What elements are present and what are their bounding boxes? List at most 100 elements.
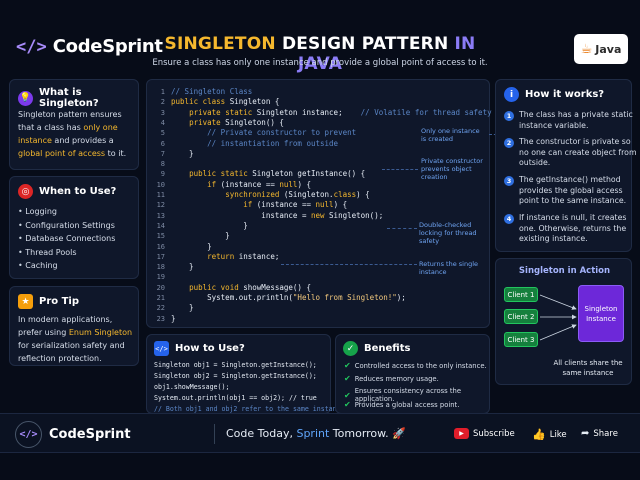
line-number: 10: [156, 180, 165, 189]
arrow-client-3: [539, 324, 577, 341]
code-text: if (instance == null) {: [243, 200, 348, 210]
use-code-line: System.out.println(obj1 == obj2); // tru…: [154, 394, 317, 402]
line-number: 19: [156, 273, 165, 282]
line-number: 21: [156, 294, 165, 302]
code-text: public static Singleton getInstance() {: [189, 169, 366, 179]
line-number: 17: [156, 252, 165, 261]
footer-divider: [214, 424, 215, 444]
annotation-connector: [382, 169, 418, 170]
share-icon: ➦: [581, 428, 590, 439]
code-text: // Private constructor to prevent: [207, 128, 357, 138]
line-number: 11: [156, 191, 165, 199]
thumbs-up-icon: 👍: [532, 428, 546, 441]
when-list: Logging Configuration Settings Database …: [18, 205, 115, 273]
what-description: Singleton pattern ensures that a class h…: [18, 110, 127, 158]
line-number: 1: [160, 88, 165, 96]
step-1: 1 The class has a private static instanc…: [504, 110, 637, 131]
action-caption: All clients share the same instance: [553, 359, 623, 377]
benefit-item: ✔ Controlled access to the only instance.: [344, 361, 487, 370]
java-cup-icon: ☕: [580, 41, 593, 57]
code-icon: </>: [154, 341, 169, 356]
list-item: Database Connections: [18, 232, 115, 246]
line-number: 3: [160, 108, 165, 117]
client-1: Client 1: [504, 287, 538, 302]
annotation-one-instance: Only one instance is created: [421, 127, 480, 143]
share-button[interactable]: ➦ Share: [581, 428, 618, 439]
benefits-card: ✓ Benefits ✔ Controlled access to the onl…: [335, 334, 490, 414]
code-text: }: [171, 241, 212, 251]
rocket-icon: 🚀: [392, 427, 406, 440]
lightbulb-icon: 💡: [18, 90, 33, 106]
when-to-use-card: ◎ When to Use? Logging Configuration Set…: [9, 176, 139, 279]
subscribe-button[interactable]: ▶ Subscribe: [454, 428, 515, 439]
use-title: How to Use?: [175, 343, 245, 354]
check-icon: ✔: [344, 390, 351, 400]
code-brackets-icon: </>: [16, 36, 47, 57]
line-number: 15: [156, 232, 165, 241]
brand-name: CodeSprint: [52, 36, 163, 57]
line-number: 22: [156, 304, 165, 313]
code-text: if (instance == null) {: [207, 179, 311, 189]
code-text: }: [171, 148, 194, 158]
line-number: 7: [160, 149, 165, 158]
tip-title: Pro Tip: [39, 296, 80, 307]
client-3: Client 3: [504, 332, 538, 347]
line-number: 2: [160, 98, 165, 107]
line-number: 5: [160, 129, 165, 138]
info-icon: i: [504, 87, 519, 102]
line-number: 8: [160, 160, 165, 169]
java-badge: ☕ Java: [574, 34, 628, 64]
benefit-item: ✔ Provides a global access point.: [344, 400, 460, 409]
star-icon: ★: [18, 294, 33, 309]
step-3: 3 The getInstance() method provides the …: [504, 175, 637, 207]
youtube-icon: ▶: [454, 428, 469, 439]
when-title: When to Use?: [39, 186, 117, 197]
footer-brand: CodeSprint: [49, 427, 131, 442]
code-text: private static Singleton instance; // Vo…: [189, 107, 492, 117]
annotation-returns-instance: Returns the single instance: [419, 260, 478, 276]
list-item: Configuration Settings: [18, 219, 115, 233]
singleton-instance-box: Singleton Instance: [578, 285, 624, 342]
title-part-design-pattern: DESIGN PATTERN: [281, 34, 449, 54]
code-text: // Singleton Class: [171, 87, 253, 96]
code-text: }: [171, 262, 194, 272]
pro-tip-card: ★ Pro Tip In modern applications, prefer…: [9, 286, 139, 366]
annotation-connector: [387, 228, 417, 229]
java-badge-label: Java: [595, 42, 622, 56]
benefits-title: Benefits: [364, 343, 411, 354]
like-button[interactable]: 👍 Like: [532, 428, 567, 441]
code-text: public class Singleton {: [171, 97, 280, 107]
code-panel: 1 // Singleton Class 2 public class Singlet…: [146, 79, 555, 328]
line-number: 20: [156, 283, 165, 292]
line-number: 6: [160, 139, 165, 148]
singleton-in-action-card: Singleton in Action Client 1 Client 2 Cl…: [495, 258, 632, 385]
code-text: return instance;: [207, 251, 280, 261]
step-4: 4 If instance is null, it creates one. O…: [504, 213, 637, 245]
code-text: }: [171, 231, 230, 241]
page-title: SINGLETON DESIGN PATTERN IN JAVA: [150, 34, 490, 74]
title-part-singleton: SINGLETON: [164, 34, 276, 54]
brand-logo: </> CodeSprint: [16, 36, 163, 57]
code-text: }: [171, 220, 248, 230]
line-number: 14: [156, 221, 165, 230]
list-item: Logging: [18, 205, 115, 219]
line-number: 23: [156, 314, 165, 323]
code-text: // instantiation from outside: [207, 138, 339, 148]
target-icon: ◎: [18, 184, 33, 199]
code-text: instance = new Singleton();: [171, 210, 384, 220]
check-icon: ✔: [344, 374, 351, 383]
line-number: 18: [156, 263, 165, 272]
page-subtitle: Ensure a class has only one instance and…: [152, 58, 488, 68]
benefit-item: ✔ Reduces memory usage.: [344, 374, 439, 383]
code-text: System.out.println("Hello from Singleton…: [171, 293, 406, 302]
list-item: Thread Pools: [18, 246, 115, 260]
line-number: 4: [160, 118, 165, 127]
code-text: }: [171, 313, 176, 323]
code-text: public void showMessage() {: [189, 282, 311, 292]
use-code-line: Singleton obj1 = Singleton.getInstance()…: [154, 361, 317, 369]
annotation-double-checked: Double-checked locking for thread safety: [419, 221, 477, 245]
line-number: 12: [156, 201, 165, 210]
list-item: Caching: [18, 259, 115, 273]
line-number: 16: [156, 242, 165, 251]
code-text: }: [171, 303, 194, 313]
